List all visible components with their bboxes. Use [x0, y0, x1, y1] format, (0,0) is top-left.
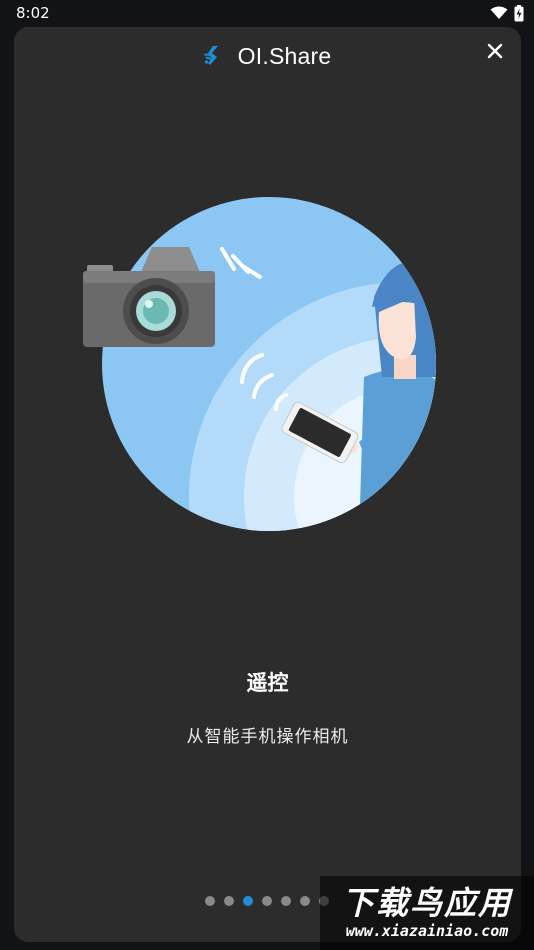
- oi-share-logo-icon: [203, 46, 218, 65]
- battery-charging-icon: [514, 4, 524, 21]
- watermark-url: www.xiazainiao.com: [345, 922, 509, 940]
- page-dot[interactable]: [224, 896, 234, 906]
- onboarding-card: OI.Share 遥控 从智能手机操作相机: [14, 27, 521, 942]
- camera-remote-control-illustration: [83, 197, 436, 531]
- wifi-icon: [490, 6, 508, 19]
- app-title: OI.Share: [237, 42, 332, 69]
- header: OI.Share: [14, 39, 521, 73]
- camera: [83, 247, 215, 347]
- status-icons: [490, 4, 524, 22]
- page-dot-active[interactable]: [243, 896, 253, 906]
- page-dot[interactable]: [205, 896, 215, 906]
- status-bar: 8:02: [0, 0, 534, 26]
- page-dot[interactable]: [281, 896, 291, 906]
- watermark: 下载鸟应用 www.xiazainiao.com: [320, 876, 534, 950]
- page-dot[interactable]: [300, 896, 310, 906]
- status-time: 8:02: [16, 4, 50, 22]
- close-icon: [487, 43, 503, 59]
- close-button[interactable]: [483, 39, 507, 63]
- slide-title: 遥控: [246, 671, 289, 695]
- slide-subtitle: 从智能手机操作相机: [186, 727, 349, 747]
- page-indicator[interactable]: [205, 896, 329, 906]
- watermark-title: 下载鸟应用: [341, 884, 512, 922]
- page-dot[interactable]: [262, 896, 272, 906]
